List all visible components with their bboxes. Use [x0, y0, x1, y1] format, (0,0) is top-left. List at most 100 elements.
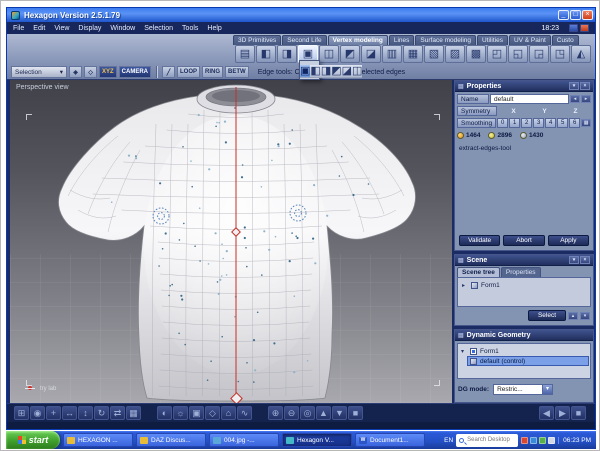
panel-close-icon[interactable]: × — [580, 256, 590, 264]
symmetry-tool-icon[interactable]: ◰ — [487, 45, 507, 63]
symmetry-axis-header[interactable]: Z — [560, 108, 591, 115]
pan-up-icon[interactable]: ▲ — [316, 406, 331, 420]
curve-icon[interactable]: ∿ — [237, 406, 252, 420]
select-tool-icon[interactable]: ◈ — [69, 66, 82, 78]
smoothing-extra-icon[interactable]: ▦ — [581, 119, 591, 127]
menu-item[interactable]: Help — [207, 25, 221, 32]
taskbar-task[interactable]: Hexagon V... — [282, 433, 352, 447]
dg-child-item[interactable]: default (control) — [480, 358, 525, 365]
material-icon[interactable]: ▣ — [189, 406, 204, 420]
ribbon-tab[interactable]: Second Life — [282, 35, 327, 45]
minimize-button[interactable]: _ — [558, 10, 569, 20]
menu-item[interactable]: Selection — [144, 25, 173, 32]
start-button[interactable]: start — [6, 431, 60, 449]
smoothing-level-button[interactable]: 3 — [533, 118, 545, 128]
mirror-tool-icon[interactable]: ◭ — [571, 45, 591, 63]
triangulate-tool-icon[interactable]: ▨ — [445, 45, 465, 63]
ribbon-tab[interactable]: UV & Paint — [508, 35, 551, 45]
taskbar-task[interactable]: 004.jpg -... — [209, 433, 279, 447]
panel-menu-icon[interactable]: ▤ — [458, 332, 464, 339]
scale-icon[interactable]: ↕ — [78, 406, 93, 420]
next-view-icon[interactable]: ▶ — [555, 406, 570, 420]
name-prev-icon[interactable]: ◂ — [570, 95, 580, 103]
zoom-out-icon[interactable]: ⊖ — [284, 406, 299, 420]
title-bar[interactable]: Hexagon Version 2.5.1.79 _ □ × — [7, 8, 595, 22]
panel-collapse-icon[interactable]: ▾ — [569, 256, 579, 264]
select-button[interactable]: Select — [528, 310, 566, 321]
camera-mode-button[interactable]: CAMERA — [118, 66, 152, 78]
dislocate-tool-icon[interactable]: ◳ — [550, 45, 570, 63]
scene-tab[interactable]: Scene tree — [457, 267, 500, 277]
tray-icon-red[interactable] — [521, 436, 529, 444]
taskbar-task[interactable]: HEXAGON ... — [63, 433, 133, 447]
dissolve-tool-icon[interactable]: ▦ — [403, 45, 423, 63]
dg-tree[interactable]: ▾ Form1 default (control) — [457, 343, 591, 379]
extract-edges-variant-2-icon[interactable]: ◧ — [310, 65, 321, 78]
scene-down-icon[interactable]: ▾ — [580, 311, 590, 320]
smoothing-level-button[interactable]: 4 — [545, 118, 557, 128]
extrude-surface-tool-icon[interactable]: ◧ — [256, 45, 276, 63]
shading-icon[interactable]: ◐ — [157, 406, 172, 420]
search-desktop-input[interactable]: Search Desktop — [456, 433, 519, 447]
grid-icon[interactable]: ▦ — [126, 406, 141, 420]
ribbon-tab[interactable]: Surface modeling — [415, 35, 476, 45]
extract-edges-variant-3-icon[interactable]: ◨ — [320, 65, 332, 78]
select-mode-icon[interactable]: ⊞ — [14, 406, 29, 420]
weld-tool-icon[interactable]: ◪ — [361, 45, 381, 63]
scene-tree-item[interactable]: Form1 — [481, 282, 500, 289]
orbit-icon[interactable]: ◎ — [300, 406, 315, 420]
translate-icon[interactable]: ↔ — [62, 406, 77, 420]
visibility-checkbox-icon[interactable] — [470, 347, 477, 355]
full-view-icon[interactable]: ■ — [348, 406, 363, 420]
tessellate-tool-icon[interactable]: ▤ — [235, 45, 255, 63]
prev-view-icon[interactable]: ◀ — [539, 406, 554, 420]
symmetry-axis-header[interactable]: X — [498, 108, 529, 115]
smoothing-level-button[interactable]: 2 — [521, 118, 533, 128]
symmetry-axis-header[interactable]: Y — [529, 108, 560, 115]
panel-menu-icon[interactable]: ▤ — [458, 83, 464, 90]
close-button[interactable]: × — [582, 10, 593, 20]
decimate-tool-icon[interactable]: ▧ — [424, 45, 444, 63]
extract-edges-variant-5-icon[interactable]: ◪ — [341, 65, 353, 78]
tree-expand-icon[interactable]: ▸ — [462, 282, 468, 289]
lasso-tool-icon[interactable]: ◇ — [84, 66, 97, 78]
tree-collapse-icon[interactable]: ▾ — [461, 348, 467, 355]
language-indicator[interactable]: EN — [444, 437, 453, 444]
viewport-3d[interactable]: Perspective view try lab — [10, 80, 452, 403]
menu-item[interactable]: File — [13, 25, 24, 32]
apply-button[interactable]: Apply — [547, 235, 589, 246]
scene-up-icon[interactable]: ▴ — [568, 311, 578, 320]
loop-select-button[interactable]: LOOP — [177, 66, 201, 78]
stop-icon[interactable]: ■ — [571, 406, 586, 420]
magnet-icon[interactable]: ◉ — [30, 406, 45, 420]
ribbon-tab[interactable]: Lines — [388, 35, 415, 45]
smoothing-button[interactable]: Smoothing — [457, 118, 497, 128]
menu-item[interactable]: Display — [78, 25, 101, 32]
smooth-tool-icon[interactable]: ◩ — [340, 45, 360, 63]
menu-item[interactable]: View — [54, 25, 69, 32]
connect-tool-icon[interactable]: ◲ — [529, 45, 549, 63]
selection-dropdown[interactable]: Selection ▾ — [11, 66, 67, 78]
taskbar-task[interactable]: W Document1... — [355, 433, 425, 447]
scene-header[interactable]: ▤ Scene ▾ × — [455, 255, 593, 266]
smoothing-level-button[interactable]: 1 — [509, 118, 521, 128]
bridge-tool-icon[interactable]: ◫ — [319, 45, 339, 63]
ribbon-tab[interactable]: 3D Primitives — [233, 35, 282, 45]
home-view-icon[interactable]: ⌂ — [221, 406, 236, 420]
name-next-icon[interactable]: ▸ — [581, 95, 591, 103]
extract-edges-variant-1-icon[interactable]: ▣ — [300, 65, 311, 78]
scene-tree[interactable]: ▸ Form1 — [457, 277, 591, 307]
menubar-help-icon[interactable] — [580, 24, 589, 32]
properties-header[interactable]: ▤ Properties ▾ × — [455, 81, 593, 92]
wireframe-icon[interactable]: ◇ — [205, 406, 220, 420]
tray-icon-gray[interactable] — [548, 436, 556, 444]
rotate-icon[interactable]: ↻ — [94, 406, 109, 420]
smoothing-level-button[interactable]: 5 — [557, 118, 569, 128]
menu-item[interactable]: Tools — [182, 25, 198, 32]
swap-axes-icon[interactable]: ⇄ — [110, 406, 125, 420]
extract-edges-variant-4-icon[interactable]: ◩ — [331, 65, 342, 78]
taskbar-task[interactable]: DAZ Discus... — [136, 433, 206, 447]
tray-icon-blue[interactable] — [530, 436, 538, 444]
name-field[interactable]: default — [490, 94, 569, 104]
menubar-status-icon[interactable] — [569, 24, 578, 32]
